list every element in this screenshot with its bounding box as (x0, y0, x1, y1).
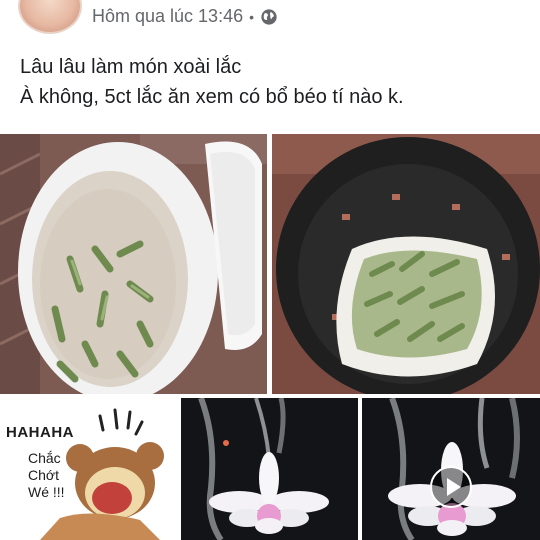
meta-separator: • (249, 8, 254, 25)
post-text-line: Lâu lâu làm món xoài lắc (20, 56, 242, 78)
globe-icon[interactable] (260, 8, 278, 26)
photo-meme[interactable]: HAHAHA Chắc Chớt Wé !!! (0, 398, 177, 540)
meme-caption: Chắc Chớt Wé !!! (28, 450, 65, 501)
post-meta: Hôm qua lúc 13:46 • (92, 6, 278, 27)
photo-mango-container-image (0, 134, 267, 394)
avatar[interactable] (18, 0, 82, 34)
photo-mango-basket-image (272, 134, 540, 394)
photo-mango-basket[interactable] (272, 134, 540, 394)
photo-mango-container[interactable] (0, 134, 267, 394)
play-icon[interactable] (430, 466, 472, 508)
photo-orchid[interactable] (181, 398, 358, 540)
post-timestamp[interactable]: Hôm qua lúc 13:46 (92, 6, 243, 27)
post-header: Hôm qua lúc 13:46 • (0, 0, 540, 36)
meme-image (0, 398, 177, 540)
meme-laugh-text: HAHAHA (6, 424, 74, 441)
meme-caption-line: Wé !!! (28, 484, 65, 500)
post-text-line: À không, 5ct lắc ăn xem có bổ béo tí nào… (20, 86, 404, 108)
meme-caption-line: Chắc (28, 450, 61, 466)
post-text: Lâu lâu làm món xoài lắc À không, 5ct lắ… (20, 52, 525, 112)
video-orchid[interactable] (362, 398, 540, 540)
orchid-image (181, 398, 358, 540)
meme-caption-line: Chớt (28, 467, 59, 483)
